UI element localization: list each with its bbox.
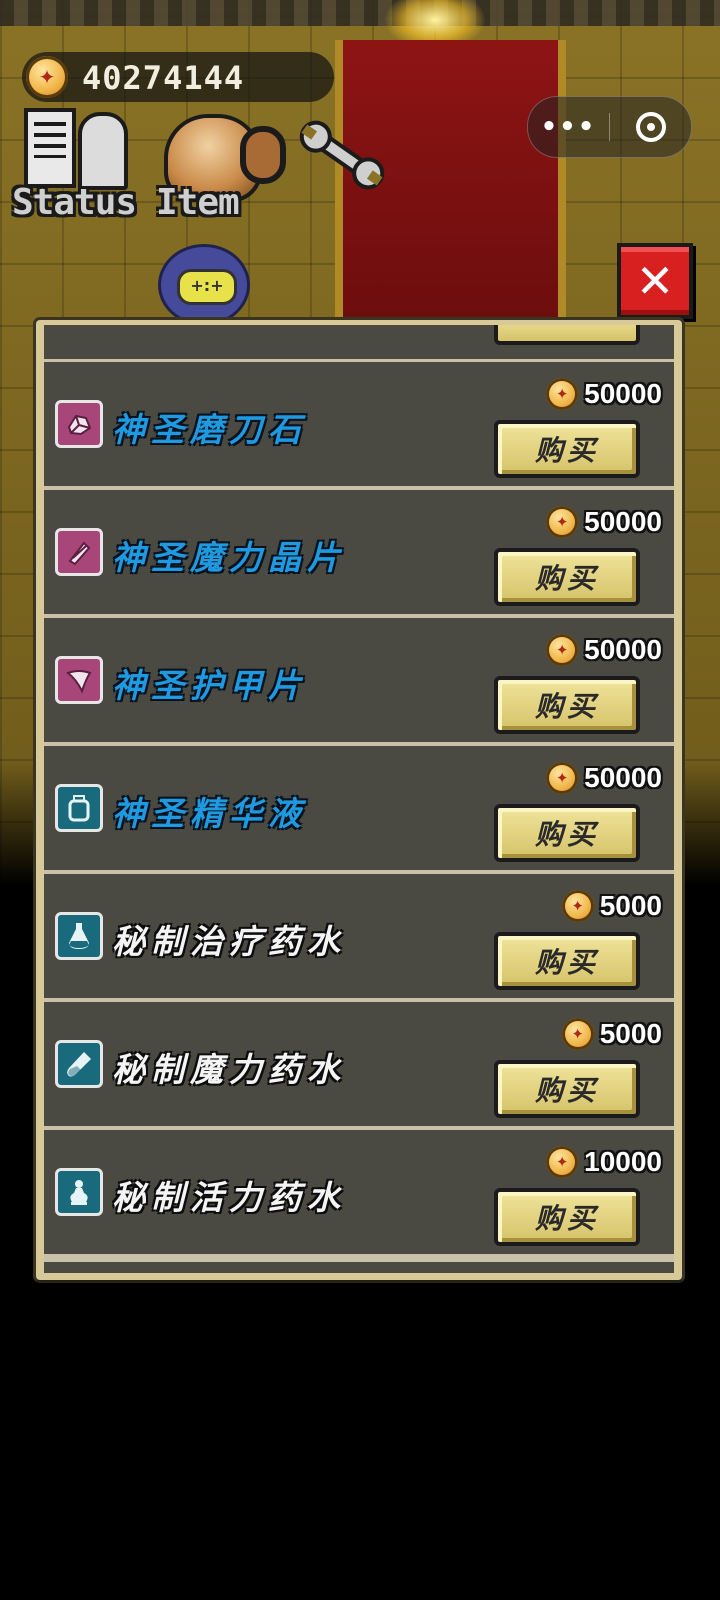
whetstone-icon <box>55 400 103 448</box>
exit-mini-program-button[interactable] <box>610 97 691 157</box>
list-item: 神圣护甲片 50000 购买 <box>44 618 674 742</box>
item-label[interactable]: Item <box>156 182 240 223</box>
item-name: 神圣魔力晶片 <box>112 538 346 577</box>
item-price: 50000 <box>546 376 662 412</box>
gold-amount: 40274144 <box>82 59 245 97</box>
price-value: 50000 <box>584 762 662 793</box>
item-name: 秘制活力药水 <box>112 1178 346 1217</box>
item-price: 5000 <box>561 888 662 924</box>
gold-coin-icon <box>561 1018 594 1050</box>
vitality-potion-icon <box>55 1168 103 1216</box>
armor-plate-icon <box>55 656 103 704</box>
list-item: 秘制治疗药水 5000 购买 <box>44 874 674 998</box>
list-item-partial <box>44 325 674 359</box>
item-price: 5000 <box>561 1016 662 1052</box>
list-item: 神圣精华液 50000 购买 <box>44 746 674 870</box>
gold-coin-icon <box>546 506 579 538</box>
buy-button[interactable]: 购买 <box>494 420 640 478</box>
price-value: 50000 <box>584 378 662 409</box>
status-label[interactable]: Status <box>12 182 137 223</box>
target-icon <box>635 112 666 142</box>
heal-potion-icon <box>55 912 103 960</box>
item-price: 50000 <box>546 504 662 540</box>
crystal-shard-icon <box>55 528 103 576</box>
shop-panel: 神圣磨刀石50000购买神圣魔力晶片50000购买神圣护甲片50000购买神圣精… <box>36 320 682 1280</box>
shop-list[interactable]: 神圣磨刀石50000购买神圣魔力晶片50000购买神圣护甲片50000购买神圣精… <box>44 325 674 1273</box>
gold-coin-icon <box>546 634 579 666</box>
list-item-partial <box>44 1262 674 1273</box>
item-name: 神圣磨刀石 <box>112 410 307 449</box>
mini-program-capsule: ••• <box>527 96 692 158</box>
item-price: 50000 <box>546 632 662 668</box>
buy-button[interactable]: 购买 <box>494 804 640 862</box>
buy-button[interactable]: 购买 <box>494 676 640 734</box>
list-item: 神圣魔力晶片 50000 购买 <box>44 490 674 614</box>
gamepad-icon: +:+ <box>158 244 250 326</box>
gold-coin-icon <box>561 890 594 922</box>
item-name: 神圣精华液 <box>112 794 307 833</box>
gold-coin-icon <box>546 378 579 410</box>
buy-button-partial[interactable] <box>494 325 640 345</box>
item-name: 秘制治疗药水 <box>112 922 346 961</box>
price-value: 50000 <box>584 506 662 537</box>
buy-button[interactable]: 购买 <box>494 548 640 606</box>
price-value: 50000 <box>584 634 662 665</box>
list-item: 秘制魔力药水 5000 购买 <box>44 1002 674 1126</box>
gold-coin-icon <box>26 56 68 98</box>
more-icon[interactable]: ••• <box>528 97 609 157</box>
gamepad-face: +:+ <box>177 269 237 305</box>
close-shop-button[interactable]: ✕ <box>617 243 693 319</box>
price-value: 5000 <box>599 890 662 921</box>
mana-potion-icon <box>55 1040 103 1088</box>
buy-button[interactable]: 购买 <box>494 1060 640 1118</box>
item-price: 50000 <box>546 760 662 796</box>
gold-coin-icon <box>546 1146 579 1178</box>
item-name: 秘制魔力药水 <box>112 1050 346 1089</box>
item-price: 10000 <box>546 1144 662 1180</box>
price-value: 5000 <box>599 1018 662 1049</box>
price-value: 10000 <box>584 1146 662 1177</box>
wrench-icon[interactable] <box>296 120 388 190</box>
item-name: 神圣护甲片 <box>112 666 307 705</box>
top-railing <box>0 0 720 26</box>
list-item: 神圣磨刀石 50000 购买 <box>44 362 674 486</box>
gold-coin-icon <box>546 762 579 794</box>
list-item: 秘制活力药水 10000 购买 <box>44 1130 674 1254</box>
buy-button[interactable]: 购买 <box>494 1188 640 1246</box>
panel-shadow <box>36 1280 682 1290</box>
gold-counter: 40274144 <box>22 52 334 102</box>
essence-jar-icon <box>55 784 103 832</box>
buy-button[interactable]: 购买 <box>494 932 640 990</box>
document-icon <box>24 108 76 188</box>
character-icon <box>78 112 128 190</box>
